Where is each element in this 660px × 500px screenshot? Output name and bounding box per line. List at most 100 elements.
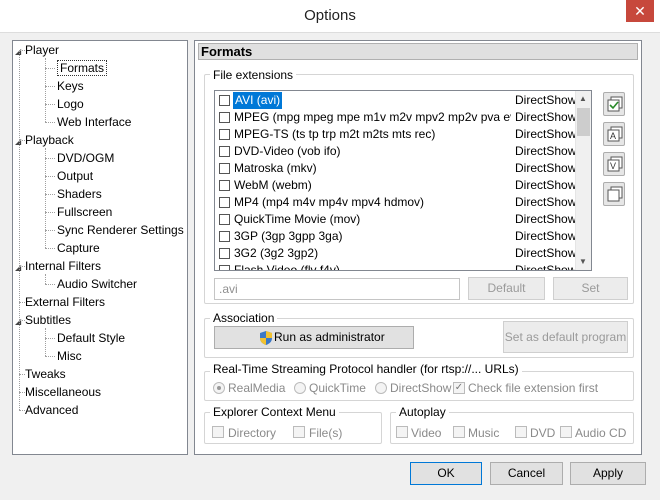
tree-item-capture[interactable]: Capture (57, 239, 100, 257)
format-checkbox[interactable] (219, 248, 230, 259)
autoplay-video-checkbox[interactable] (396, 426, 408, 438)
format-checkbox[interactable] (219, 129, 230, 140)
tree-connector (45, 284, 55, 285)
tree-item-label: Subtitles (25, 313, 72, 327)
format-filter: DirectShow (515, 246, 577, 260)
tree-item-dvd-ogm[interactable]: DVD/OGM (57, 149, 114, 167)
cancel-button[interactable]: Cancel (490, 462, 563, 485)
tree-item-shaders[interactable]: Shaders (57, 185, 102, 203)
expand-arrow-icon[interactable]: ◢ (15, 133, 25, 151)
list-item[interactable]: MPEG (mpg mpeg mpe m1v m2v mpv2 mp2v pva… (215, 109, 577, 126)
clear-all-button[interactable] (603, 182, 625, 206)
expand-arrow-icon[interactable]: ◢ (15, 259, 25, 277)
tree-item-output[interactable]: Output (57, 167, 93, 185)
tree-item-advanced[interactable]: Advanced (25, 401, 79, 419)
tree-item-sync-renderer-settings[interactable]: Sync Renderer Settings (57, 221, 184, 239)
quicktime-radio[interactable] (294, 382, 306, 394)
set-button[interactable]: Set (553, 277, 628, 300)
format-checkbox[interactable] (219, 163, 230, 174)
tree-item-miscellaneous[interactable]: Miscellaneous (25, 383, 101, 401)
select-audio-icon: A (607, 126, 623, 142)
ok-button[interactable]: OK (410, 462, 482, 485)
list-item[interactable]: WebM (webm) DirectShow (215, 177, 577, 194)
close-icon[interactable]: ✕ (626, 0, 654, 22)
tree-item-player[interactable]: ◢ Player (15, 41, 60, 59)
explorer-context-title: Explorer Context Menu (210, 405, 339, 419)
expand-arrow-icon[interactable]: ◢ (15, 313, 25, 331)
set-default-program-button[interactable]: Set as default program (503, 321, 628, 353)
tree-item-label: Advanced (25, 403, 79, 417)
extension-input[interactable]: .avi (214, 278, 460, 300)
options-tree[interactable]: ◢ Player Formats Keys Logo Web Interface ◢ Play… (12, 40, 188, 455)
list-item[interactable]: MPEG-TS (ts tp trp m2t m2ts mts rec) Dire… (215, 126, 577, 143)
autoplay-dvd-checkbox[interactable] (515, 426, 527, 438)
format-checkbox[interactable] (219, 214, 230, 225)
tree-item-keys[interactable]: Keys (57, 77, 84, 95)
tree-item-fullscreen[interactable]: Fullscreen (57, 203, 112, 221)
tree-item-label: Internal Filters (25, 259, 102, 273)
list-item[interactable]: Matroska (mkv) DirectShow (215, 160, 577, 177)
tree-item-playback[interactable]: ◢ Playback (15, 131, 74, 149)
quicktime-label: QuickTime (309, 381, 366, 395)
tree-item-default-style[interactable]: Default Style (57, 329, 125, 347)
list-item[interactable]: QuickTime Movie (mov) DirectShow (215, 211, 577, 228)
select-audio-button[interactable]: A (603, 122, 625, 146)
realmedia-radio[interactable] (213, 382, 225, 394)
directory-checkbox[interactable] (212, 426, 224, 438)
list-item[interactable]: 3G2 (3g2 3gp2) DirectShow (215, 245, 577, 262)
list-item[interactable]: AVI (avi) DirectShow (215, 92, 577, 109)
format-filter: DirectShow (515, 178, 577, 192)
tree-item-formats[interactable]: Formats (57, 59, 108, 77)
tree-item-label: Player (25, 43, 60, 57)
file-extension-list[interactable]: AVI (avi) DirectShow MPEG (mpg mpeg mpe m1… (214, 90, 592, 271)
format-checkbox[interactable] (219, 146, 230, 157)
tree-item-subtitles[interactable]: ◢ Subtitles (15, 311, 72, 329)
tree-item-label: Output (57, 169, 94, 183)
list-item[interactable]: Flash Video (flv f4v) DirectShow (215, 262, 577, 271)
list-item[interactable]: MP4 (mp4 m4v mp4v mpv4 hdmov) DirectShow (215, 194, 577, 211)
files-checkbox[interactable] (293, 426, 305, 438)
list-item[interactable]: DVD-Video (vob ifo) DirectShow (215, 143, 577, 160)
format-checkbox[interactable] (219, 112, 230, 123)
tree-item-logo[interactable]: Logo (57, 95, 84, 113)
tree-item-label: Tweaks (25, 367, 66, 381)
select-all-button[interactable] (603, 92, 625, 116)
run-as-admin-button[interactable]: Run as administrator (214, 326, 414, 349)
tree-item-misc[interactable]: Misc (57, 347, 82, 365)
tree-item-tweaks[interactable]: Tweaks (25, 365, 66, 383)
select-video-button[interactable]: V (603, 152, 625, 176)
tree-connector (45, 68, 55, 69)
tree-item-label: Default Style (57, 331, 126, 345)
scroll-up-icon[interactable]: ▲ (575, 91, 591, 107)
format-name: Flash Video (flv f4v) (234, 263, 340, 271)
tree-item-internal-filters[interactable]: ◢ Internal Filters (15, 257, 102, 275)
format-checkbox[interactable] (219, 265, 230, 270)
default-button[interactable]: Default (468, 277, 545, 300)
format-checkbox[interactable] (219, 180, 230, 191)
tree-connector (45, 176, 55, 177)
tree-item-external-filters[interactable]: External Filters (25, 293, 105, 311)
directory-label: Directory (228, 426, 277, 440)
realmedia-label: RealMedia (228, 381, 286, 395)
tree-item-web-interface[interactable]: Web Interface (57, 113, 131, 131)
format-name: WebM (webm) (234, 178, 312, 192)
list-item[interactable]: 3GP (3gp 3gpp 3ga) DirectShow (215, 228, 577, 245)
autoplay-music-checkbox[interactable] (453, 426, 465, 438)
tree-item-label: Logo (57, 97, 84, 111)
scroll-down-icon[interactable]: ▼ (575, 254, 591, 270)
tree-item-label: DVD/OGM (57, 151, 115, 165)
scroll-thumb[interactable] (577, 108, 590, 136)
format-filter: DirectShow (515, 144, 577, 158)
check-extension-checkbox[interactable]: ✓ (453, 382, 465, 394)
format-checkbox[interactable] (219, 197, 230, 208)
tree-item-audio-switcher[interactable]: Audio Switcher (57, 275, 137, 293)
format-name: AVI (avi) (233, 92, 283, 109)
format-filter: DirectShow (515, 110, 577, 124)
autoplay-audio-cd-checkbox[interactable] (560, 426, 572, 438)
expand-arrow-icon[interactable]: ◢ (15, 43, 25, 61)
format-filter: DirectShow (515, 127, 577, 141)
format-checkbox[interactable] (219, 231, 230, 242)
format-checkbox[interactable] (219, 95, 230, 106)
directshow-radio[interactable] (375, 382, 387, 394)
apply-button[interactable]: Apply (570, 462, 646, 485)
